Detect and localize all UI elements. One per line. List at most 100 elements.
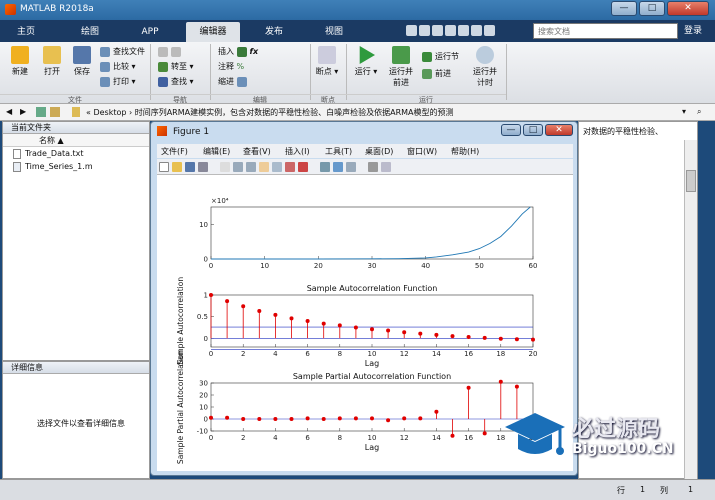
figure-minimize-button[interactable]: — xyxy=(501,124,521,136)
separator xyxy=(310,44,311,100)
menu-window[interactable]: 窗口(W) xyxy=(407,146,437,157)
tab-plots[interactable]: 绘图 xyxy=(70,22,110,42)
indent-button[interactable]: 缩进 xyxy=(218,75,250,88)
stem-marker xyxy=(241,304,246,309)
rotate-icon[interactable] xyxy=(272,162,282,172)
tab-apps[interactable]: APP xyxy=(130,22,170,42)
save-icon[interactable] xyxy=(406,25,417,36)
stem-marker xyxy=(321,417,326,421)
new-icon xyxy=(11,46,29,64)
tab-editor[interactable]: 编辑器 xyxy=(186,22,240,42)
text-file-icon xyxy=(13,149,21,159)
redo-icon[interactable] xyxy=(471,25,482,36)
file-item[interactable]: Trade_Data.txt xyxy=(3,147,149,160)
y-tick-label: 10 xyxy=(199,221,208,229)
tab-view[interactable]: 视图 xyxy=(314,22,354,42)
link-plot-icon[interactable] xyxy=(320,162,330,172)
y-tick-label: 10 xyxy=(199,404,208,412)
open-folder-icon xyxy=(43,46,61,64)
copy-icon[interactable] xyxy=(432,25,443,36)
forward-arrow-icon[interactable]: ▶ xyxy=(20,107,26,116)
data-cursor-icon[interactable] xyxy=(285,162,295,172)
run-section-button[interactable]: 运行节 xyxy=(422,50,459,63)
tab-home[interactable]: 主页 xyxy=(6,22,46,42)
search-input[interactable]: 搜索文档 xyxy=(533,23,678,39)
menu-tools[interactable]: 工具(T) xyxy=(325,146,352,157)
cut-icon[interactable] xyxy=(419,25,430,36)
advance-icon xyxy=(422,68,432,79)
fx-icon[interactable]: fx xyxy=(250,47,259,56)
x-axis-label: Lag xyxy=(365,359,379,368)
run-advance-button[interactable]: 运行并 前进 xyxy=(384,44,418,88)
y-tick-label: 30 xyxy=(199,380,208,388)
back-forward-buttons[interactable] xyxy=(158,45,184,58)
colorbar-icon[interactable] xyxy=(333,162,343,172)
run-button[interactable]: 运行 ▾ xyxy=(350,44,382,77)
group-label-navigate: 导航 xyxy=(150,94,210,104)
figure-logo-icon xyxy=(157,126,167,136)
new-figure-icon[interactable] xyxy=(159,162,169,172)
minimize-button[interactable]: — xyxy=(611,1,637,16)
x-tick-label: 20 xyxy=(314,262,323,270)
file-item[interactable]: Time_Series_1.m xyxy=(3,160,149,173)
paste-icon[interactable] xyxy=(445,25,456,36)
find-button[interactable]: 查找 ▾ xyxy=(158,75,194,88)
find-files-button[interactable]: 查找文件 xyxy=(100,45,145,58)
name-column-header[interactable]: 名称 ▲ xyxy=(3,134,149,147)
figure-maximize-button[interactable]: □ xyxy=(523,124,543,136)
x-tick-label: 6 xyxy=(305,350,310,358)
title-bar: MATLAB R2018a — □ ✕ xyxy=(0,0,715,20)
menu-help[interactable]: 帮助(H) xyxy=(451,146,479,157)
brush-icon[interactable] xyxy=(298,162,308,172)
tab-publish[interactable]: 发布 xyxy=(254,22,294,42)
up-folder-icon[interactable] xyxy=(36,107,46,117)
browse-folder-icon[interactable] xyxy=(50,107,60,117)
scroll-thumb[interactable] xyxy=(686,170,696,192)
save-button[interactable]: 保存 xyxy=(66,44,98,77)
pan-icon[interactable] xyxy=(259,162,269,172)
details-panel: 详细信息 选择文件以查看详细信息 xyxy=(2,361,150,479)
figure-close-button[interactable]: ✕ xyxy=(545,124,573,136)
close-button[interactable]: ✕ xyxy=(667,1,709,16)
new-button[interactable]: 新建 xyxy=(4,44,36,77)
show-tools-icon[interactable] xyxy=(381,162,391,172)
quick-access-toolbar xyxy=(405,23,530,39)
menu-file[interactable]: 文件(F) xyxy=(161,146,188,157)
compare-button[interactable]: 比较 ▾ xyxy=(100,60,136,73)
stem-marker xyxy=(305,416,310,421)
maximize-button[interactable]: □ xyxy=(639,1,665,16)
search-path-icon[interactable]: ⌕ xyxy=(697,107,701,117)
help-icon[interactable] xyxy=(484,25,495,36)
login-link[interactable]: 登录 xyxy=(684,23,702,36)
breakpoints-button[interactable]: 断点 ▾ xyxy=(312,44,342,77)
x-tick-label: 12 xyxy=(400,350,409,358)
legend-icon[interactable] xyxy=(346,162,356,172)
insert-icon xyxy=(236,46,247,57)
path-dropdown-icon[interactable]: ▾ xyxy=(682,107,686,116)
menu-desktop[interactable]: 桌面(D) xyxy=(365,146,393,157)
insert-button[interactable]: 插入 fx xyxy=(218,45,258,58)
zoom-out-icon[interactable] xyxy=(246,162,256,172)
menu-insert[interactable]: 插入(I) xyxy=(285,146,310,157)
stem-marker xyxy=(321,321,326,326)
y-tick-label: 0.5 xyxy=(197,313,208,321)
zoom-in-icon[interactable] xyxy=(233,162,243,172)
save-figure-icon[interactable] xyxy=(185,162,195,172)
run-time-button[interactable]: 运行并 计时 xyxy=(468,44,502,88)
hide-tools-icon[interactable] xyxy=(368,162,378,172)
comment-button[interactable]: 注释 % xyxy=(218,60,244,73)
open-file-icon[interactable] xyxy=(172,162,182,172)
stem-marker xyxy=(450,433,455,438)
print-figure-icon[interactable] xyxy=(198,162,208,172)
undo-icon[interactable] xyxy=(458,25,469,36)
advance-button[interactable]: 前进 xyxy=(422,67,451,80)
current-path[interactable]: « Desktop › 时间序列ARMA建模实例，包含对数据的平稳性检验、白噪声… xyxy=(86,107,454,118)
menu-view[interactable]: 查看(V) xyxy=(243,146,271,157)
back-arrow-icon[interactable]: ◀ xyxy=(6,107,12,116)
open-button[interactable]: 打开 xyxy=(36,44,68,77)
goto-button[interactable]: 转至 ▾ xyxy=(158,60,194,73)
menu-edit[interactable]: 编辑(E) xyxy=(203,146,230,157)
pointer-icon[interactable] xyxy=(220,162,230,172)
print-button[interactable]: 打印 ▾ xyxy=(100,75,136,88)
separator xyxy=(506,44,507,100)
